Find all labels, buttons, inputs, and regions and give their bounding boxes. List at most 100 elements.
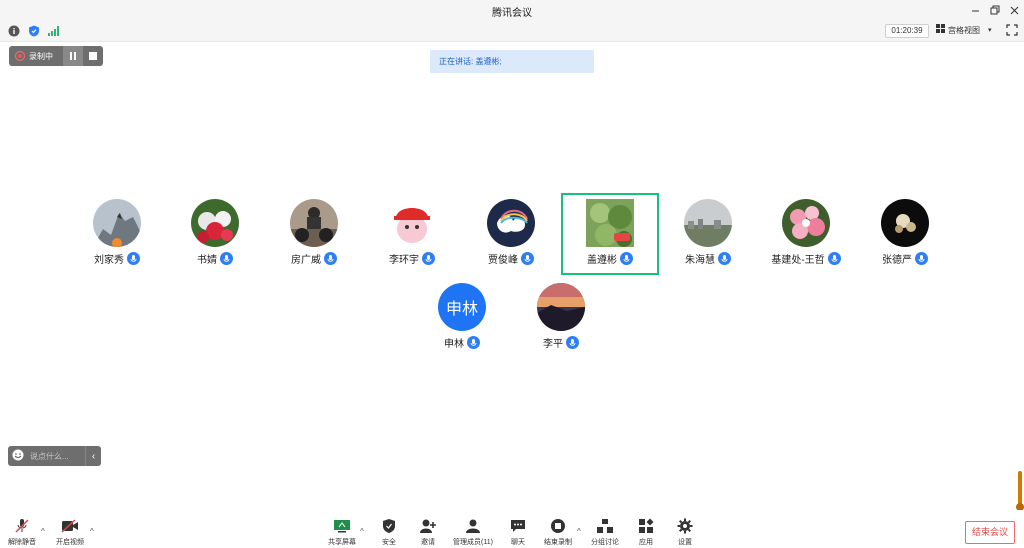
- pause-record-button[interactable]: [63, 46, 83, 66]
- participant-tile[interactable]: 李平: [512, 278, 610, 360]
- participant-name-row: 李环宇: [363, 251, 461, 266]
- avatar: [191, 199, 239, 247]
- mic-icon: [220, 252, 233, 265]
- mic-icon: [915, 252, 928, 265]
- emoji-icon[interactable]: [12, 449, 24, 464]
- participant-name-row: 书婧: [166, 251, 264, 266]
- manage-members-button[interactable]: 管理成员(11): [451, 518, 495, 547]
- unmute-label: 解除静音: [8, 539, 36, 546]
- mic-icon: [422, 252, 435, 265]
- record-options-caret[interactable]: ^: [577, 527, 581, 536]
- participant-name: 房广威: [291, 255, 321, 266]
- chat-input[interactable]: 说点什么... ‹: [8, 446, 101, 466]
- avatar: [881, 199, 929, 247]
- grid-icon: [936, 23, 946, 39]
- chat-icon: [509, 518, 527, 534]
- participant-tile[interactable]: 申林 申林: [413, 278, 511, 360]
- volume-slider[interactable]: [1016, 471, 1024, 511]
- participant-name: 贾俊峰: [488, 255, 518, 266]
- participant-name-row: 基建处-王哲: [757, 251, 855, 266]
- security-icon: [380, 518, 398, 534]
- members-icon: [464, 518, 482, 534]
- participant-tile[interactable]: 基建处-王哲: [757, 194, 855, 276]
- avatar: [537, 283, 585, 331]
- breakout-button[interactable]: 分组讨论: [583, 518, 627, 547]
- settings-button[interactable]: 设置: [663, 518, 707, 547]
- participant-name-row: 房广威: [265, 251, 363, 266]
- stop-record-label: 结束录制: [544, 539, 572, 546]
- participant-tile[interactable]: 张德严: [856, 194, 954, 276]
- avatar: [93, 199, 141, 247]
- recording-control: 录制中: [9, 46, 103, 66]
- settings-label: 设置: [678, 539, 692, 546]
- video-options-caret[interactable]: ^: [90, 527, 94, 536]
- mic-icon: [521, 252, 534, 265]
- participant-name: 盖遵彬: [587, 255, 617, 266]
- restore-icon[interactable]: [986, 2, 1004, 18]
- stop-record-button[interactable]: [83, 46, 103, 66]
- start-video-button[interactable]: 开启视频: [48, 518, 92, 547]
- info-icon[interactable]: [8, 25, 20, 37]
- participant-name-row: 贾俊峰: [462, 251, 560, 266]
- meeting-timer: 01:20:39: [885, 24, 929, 38]
- avatar: 申林: [438, 283, 486, 331]
- invite-label: 邀请: [421, 539, 435, 546]
- unmute-button[interactable]: 解除静音: [0, 518, 44, 547]
- breakout-icon: [596, 518, 614, 534]
- avatar: [290, 199, 338, 247]
- participant-name-row: 盖遵彬: [563, 251, 657, 266]
- share-screen-button[interactable]: 共享屏幕: [320, 518, 364, 547]
- security-button[interactable]: 安全: [367, 518, 411, 547]
- participant-tile[interactable]: 李环宇: [363, 194, 461, 276]
- avatar: [586, 199, 634, 247]
- participant-name: 刘家秀: [94, 255, 124, 266]
- share-options-caret[interactable]: ^: [360, 527, 364, 536]
- chat-button[interactable]: 聊天: [496, 518, 540, 547]
- participant-tile[interactable]: 贾俊峰: [462, 194, 560, 276]
- participant-tile[interactable]: 朱海慧: [659, 194, 757, 276]
- participant-name: 李平: [543, 339, 563, 350]
- collapse-chat-icon[interactable]: ‹: [85, 446, 101, 466]
- close-icon[interactable]: [1005, 2, 1023, 18]
- participant-tile-active-speaker[interactable]: 盖遵彬: [561, 193, 659, 275]
- mic-icon: [566, 336, 579, 349]
- mic-muted-icon: [13, 518, 31, 534]
- minimize-icon[interactable]: [966, 2, 984, 18]
- mic-icon: [467, 336, 480, 349]
- share-label: 共享屏幕: [328, 539, 356, 546]
- chat-placeholder: 说点什么...: [30, 451, 69, 461]
- record-icon: [15, 51, 25, 61]
- settings-icon: [676, 518, 694, 534]
- avatar: [388, 199, 436, 247]
- participant-name-row: 张德严: [856, 251, 954, 266]
- audio-options-caret[interactable]: ^: [41, 527, 45, 536]
- view-selector[interactable]: 宫格视图 ▾: [936, 23, 1000, 39]
- video-off-icon: [61, 518, 79, 534]
- avatar: [487, 199, 535, 247]
- security-label: 安全: [382, 539, 396, 546]
- stop-recording-button[interactable]: 结束录制: [536, 518, 580, 547]
- chat-label: 聊天: [511, 539, 525, 546]
- title-bar: 腾讯会议: [0, 0, 1024, 20]
- recording-status: 录制中: [9, 51, 63, 62]
- apps-label: 应用: [639, 539, 653, 546]
- invite-icon: [419, 518, 437, 534]
- fullscreen-icon[interactable]: [1006, 24, 1020, 38]
- shield-icon[interactable]: [28, 25, 40, 37]
- window-title: 腾讯会议: [492, 8, 532, 19]
- video-label: 开启视频: [56, 539, 84, 546]
- participant-name-row: 李平: [512, 335, 610, 350]
- end-meeting-button[interactable]: 结束会议: [965, 521, 1015, 544]
- participant-name-row: 刘家秀: [68, 251, 166, 266]
- participant-tile[interactable]: 书婧: [166, 194, 264, 276]
- view-label: 宫格视图: [948, 26, 980, 35]
- participant-tile[interactable]: 房广威: [265, 194, 363, 276]
- manage-label: 管理成员(11): [453, 539, 493, 546]
- invite-button[interactable]: 邀请: [406, 518, 450, 547]
- participant-name: 书婧: [197, 255, 217, 266]
- participant-name: 朱海慧: [685, 255, 715, 266]
- participant-tile[interactable]: 刘家秀: [68, 194, 166, 276]
- breakout-label: 分组讨论: [591, 539, 619, 546]
- participant-name-row: 申林: [413, 335, 511, 350]
- apps-button[interactable]: 应用: [624, 518, 668, 547]
